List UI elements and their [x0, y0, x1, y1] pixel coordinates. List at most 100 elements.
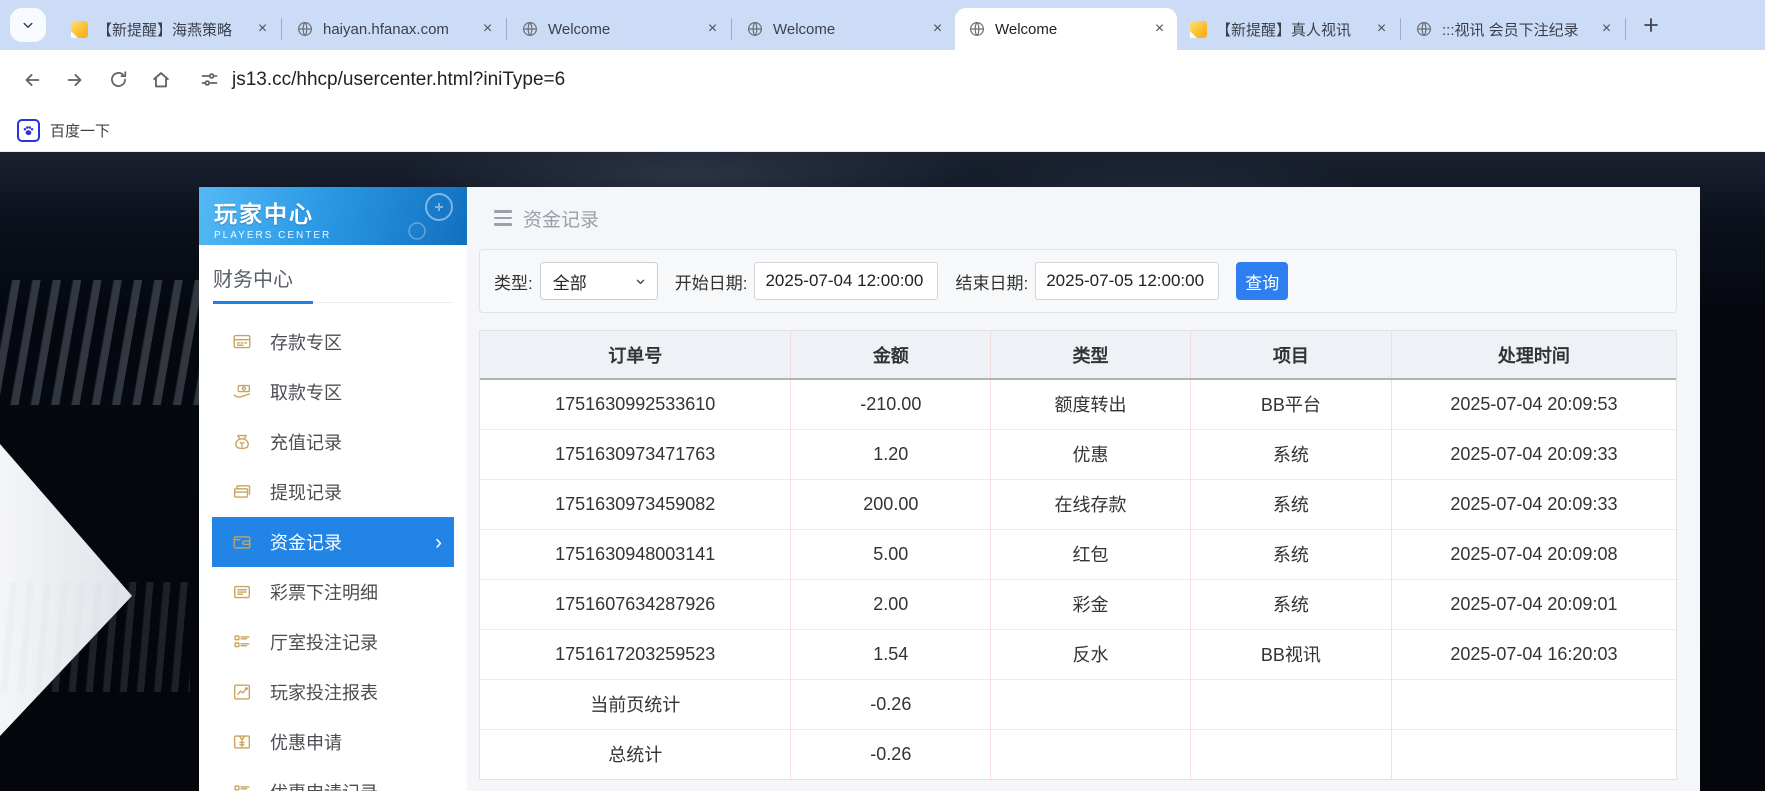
table-cell: 200.00 — [791, 479, 991, 529]
forward-button[interactable] — [57, 62, 93, 98]
tab-title: Welcome — [773, 21, 919, 38]
sidebar-item-promo-apply-records[interactable]: 优惠申请记录 — [212, 767, 454, 791]
browser-tab-4[interactable]: Welcome × — [955, 8, 1177, 50]
browser-tab-3[interactable]: Welcome × — [733, 8, 955, 50]
sidebar-item-label: 厅室投注记录 — [270, 629, 378, 655]
sidebar-item-withdraw-zone[interactable]: 取款专区 — [212, 367, 454, 417]
sidebar-item-recharge-records[interactable]: 充值记录 — [212, 417, 454, 467]
table-header-row: 订单号金额类型项目处理时间 — [480, 331, 1676, 379]
sidebar-item-deposit-zone[interactable]: 存款专区 — [212, 317, 454, 367]
reload-button[interactable] — [100, 62, 136, 98]
promo-icon — [231, 731, 253, 753]
sidebar-item-funds-records[interactable]: 资金记录› — [212, 517, 454, 567]
table-cell: 1751630992533610 — [480, 379, 791, 429]
tab-close-icon[interactable]: × — [928, 20, 947, 39]
browser-tab-0[interactable]: 【新提醒】海燕策略× — [58, 8, 280, 50]
sidebar-item-label: 玩家投注报表 — [270, 679, 378, 705]
table-cell — [991, 729, 1191, 779]
table-cell — [1190, 679, 1391, 729]
bookmark-baidu[interactable]: 百度一下 — [17, 119, 110, 142]
tab-divider — [281, 18, 282, 40]
table-cell: 2025-07-04 20:09:53 — [1391, 379, 1676, 429]
tab-search-button[interactable] — [10, 8, 46, 42]
table-row: 17516309480031415.00红包系统2025-07-04 20:09… — [480, 529, 1676, 579]
home-icon — [150, 69, 172, 91]
funds-table: 订单号金额类型项目处理时间 1751630992533610-210.00额度转… — [480, 331, 1676, 779]
browser-tab-6[interactable]: :::视讯 会员下注纪录 × — [1402, 8, 1624, 50]
browser-tab-1[interactable]: haiyan.hfanax.com× — [283, 8, 505, 50]
table-cell: 2025-07-04 20:09:33 — [1391, 479, 1676, 529]
sidebar-item-hall-bet-records[interactable]: 厅室投注记录 — [212, 617, 454, 667]
column-header: 订单号 — [480, 331, 791, 379]
table-cell: 2025-07-04 20:09:01 — [1391, 579, 1676, 629]
tab-title: Welcome — [995, 21, 1141, 38]
table-body: 1751630992533610-210.00额度转出BB平台2025-07-0… — [480, 379, 1676, 779]
tab-divider — [1400, 18, 1401, 40]
chevron-right-icon: › — [435, 532, 442, 553]
sidebar-menu: 存款专区取款专区充值记录提现记录资金记录›彩票下注明细厅室投注记录玩家投注报表优… — [212, 317, 454, 791]
paw-glyph — [21, 123, 36, 138]
end-date-input[interactable] — [1035, 262, 1219, 300]
funds-table-wrap: 订单号金额类型项目处理时间 1751630992533610-210.00额度转… — [479, 330, 1677, 780]
table-row: 总统计-0.26 — [480, 729, 1676, 779]
browser-tab-2[interactable]: Welcome× — [508, 8, 730, 50]
table-row: 1751630973459082200.00在线存款系统2025-07-04 2… — [480, 479, 1676, 529]
table-cell — [1391, 679, 1676, 729]
tab-close-icon[interactable]: × — [1150, 20, 1169, 39]
main-content: 资金记录 类型: 全部 开始日期: 结束日期: 查询 — [467, 187, 1700, 791]
sidebar-item-promo-apply[interactable]: 优惠申请 — [212, 717, 454, 767]
tab-close-icon[interactable]: × — [1372, 20, 1391, 39]
table-cell — [1190, 729, 1391, 779]
site-settings-icon[interactable] — [199, 69, 220, 90]
start-date-input[interactable] — [754, 262, 938, 300]
sidebar-section-title: 财务中心 — [213, 263, 453, 303]
baidu-paw-icon — [17, 119, 40, 142]
table-cell: 2025-07-04 20:09:08 — [1391, 529, 1676, 579]
tab-close-icon[interactable]: × — [1597, 20, 1616, 39]
column-header: 类型 — [991, 331, 1191, 379]
table-cell: 当前页统计 — [480, 679, 791, 729]
home-button[interactable] — [143, 62, 179, 98]
page-title: 资金记录 — [523, 205, 599, 232]
new-tab-button[interactable] — [1635, 9, 1667, 41]
plus-icon — [1640, 14, 1662, 36]
sidebar-item-lottery-bet-details[interactable]: 彩票下注明细 — [212, 567, 454, 617]
globe-icon — [521, 20, 539, 38]
table-cell: 1751630948003141 — [480, 529, 791, 579]
table-cell: 1751617203259523 — [480, 629, 791, 679]
filter-panel: 类型: 全部 开始日期: 结束日期: 查询 — [479, 249, 1677, 313]
table-cell: 1.54 — [791, 629, 991, 679]
back-icon — [21, 69, 43, 91]
back-button[interactable] — [14, 62, 50, 98]
tab-close-icon[interactable]: × — [478, 20, 497, 39]
document-tab-icon — [1190, 21, 1207, 38]
browser-tab-5[interactable]: 【新提醒】真人视讯× — [1177, 8, 1399, 50]
tab-close-icon[interactable]: × — [703, 20, 722, 39]
tab-title: :::视讯 会员下注纪录 — [1442, 19, 1588, 40]
address-bar[interactable]: js13.cc/hhcp/usercenter.html?iniType=6 — [199, 69, 565, 91]
table-cell: 优惠 — [991, 429, 1191, 479]
sidebar-item-player-bet-report[interactable]: 玩家投注报表 — [212, 667, 454, 717]
type-select[interactable]: 全部 — [540, 262, 658, 300]
table-cell: -0.26 — [791, 729, 991, 779]
sidebar-item-withdrawal-records[interactable]: 提现记录 — [212, 467, 454, 517]
table-cell: 系统 — [1190, 429, 1391, 479]
column-header: 项目 — [1190, 331, 1391, 379]
reload-icon — [108, 69, 129, 90]
table-cell: 1751630973459082 — [480, 479, 791, 529]
table-cell: 1751630973471763 — [480, 429, 791, 479]
document-tab-icon — [71, 21, 88, 38]
promo-record-icon — [231, 781, 253, 791]
globe-icon — [746, 20, 764, 38]
sidebar-item-label: 提现记录 — [270, 479, 342, 505]
tab-divider — [506, 18, 507, 40]
withdraw-icon — [231, 381, 253, 403]
search-button[interactable]: 查询 — [1236, 262, 1288, 300]
menu-toggle-icon[interactable] — [494, 210, 512, 226]
table-cell: 红包 — [991, 529, 1191, 579]
url-text[interactable]: js13.cc/hhcp/usercenter.html?iniType=6 — [232, 69, 565, 91]
tab-close-icon[interactable]: × — [253, 20, 272, 39]
table-row: 17516309734717631.20优惠系统2025-07-04 20:09… — [480, 429, 1676, 479]
table-cell — [1391, 729, 1676, 779]
page-background: 玩家中心 PLAYERS CENTER 财务中心 存款专区取款专区充值记录提现记… — [0, 152, 1765, 791]
